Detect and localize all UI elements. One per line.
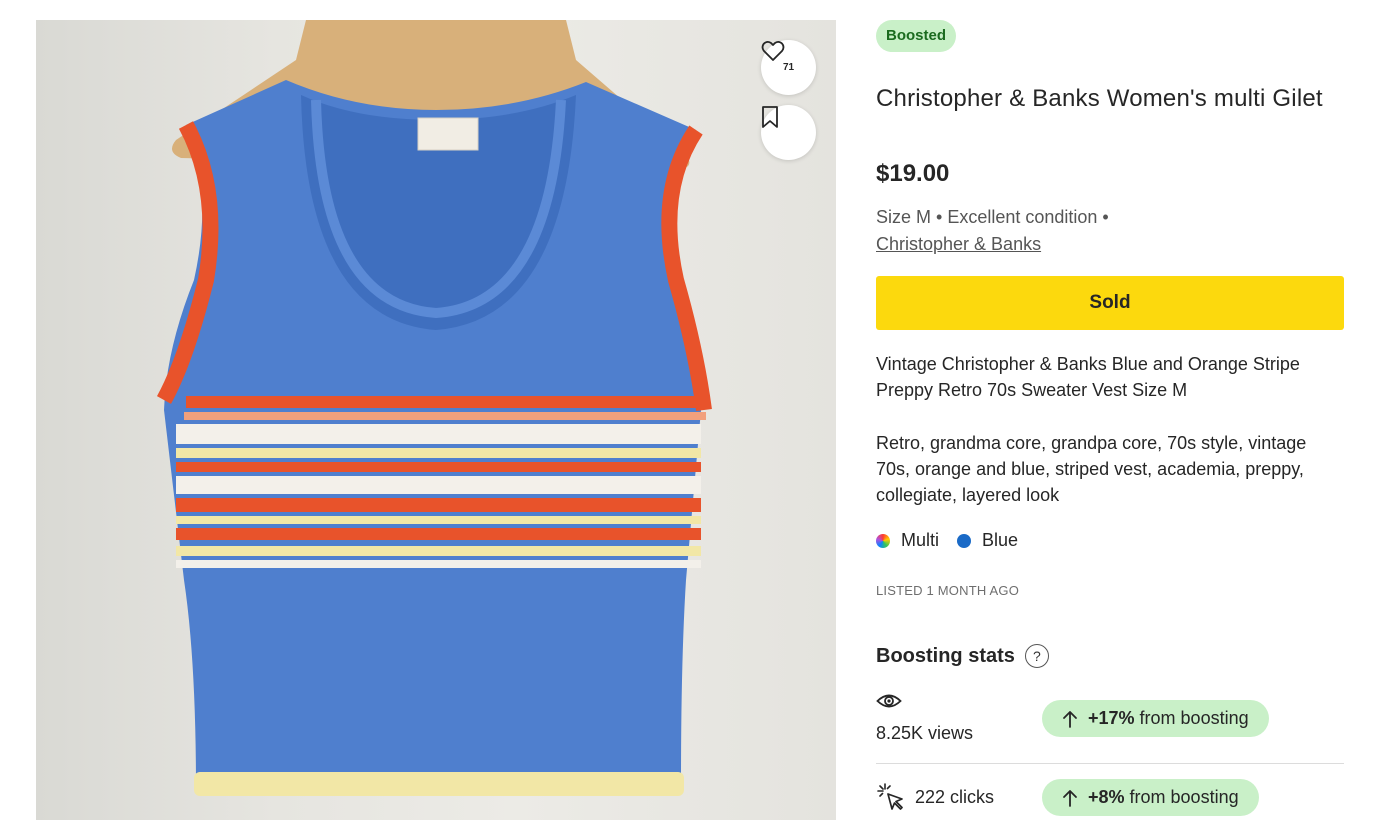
views-change: +17%: [1088, 708, 1135, 728]
boosting-stats-heading: Boosting stats ?: [876, 644, 1049, 668]
size-condition-text: Size M • Excellent condition •: [876, 207, 1109, 227]
listed-date: LISTED 1 MONTH AGO: [876, 583, 1020, 598]
bookmark-icon: [762, 106, 778, 128]
blue-color-swatch-icon: [957, 533, 972, 548]
cursor-click-icon: [877, 783, 903, 810]
clicks-count: 222 clicks: [915, 786, 995, 807]
boosted-badge: Boosted: [876, 20, 956, 52]
clicks-change: +8%: [1088, 787, 1125, 807]
views-boost-pill: +17% from boosting: [1042, 700, 1269, 737]
arrow-up-icon: [1063, 789, 1077, 807]
clicks-boost-pill: +8% from boosting: [1042, 779, 1259, 816]
arrow-up-icon: [1063, 710, 1077, 728]
product-photo[interactable]: 71: [36, 20, 836, 820]
clicks-block: 222 clicks: [876, 782, 994, 812]
garment-label: [417, 117, 479, 151]
listing-details: Boosted Christopher & Banks Women's mult…: [876, 20, 1344, 816]
help-icon[interactable]: ?: [1024, 644, 1049, 668]
heart-icon: [761, 40, 785, 61]
save-button[interactable]: [761, 105, 816, 160]
description-paragraph: Vintage Christopher & Banks Blue and Ora…: [876, 354, 1300, 400]
views-count: 8.25K views: [876, 723, 974, 743]
color-label-multi: Multi: [901, 530, 940, 550]
clicks-stat-row: 222 clicks +8% from boosting: [876, 776, 1344, 820]
brand-link[interactable]: Christopher & Banks: [876, 234, 1041, 254]
vest-hem: [194, 772, 684, 796]
color-label-blue: Blue: [982, 530, 1019, 550]
page-title: Christopher & Banks Women's multi Gilet: [876, 85, 1323, 112]
sold-button[interactable]: Sold: [876, 276, 1344, 330]
description: Vintage Christopher & Banks Blue and Ora…: [876, 351, 1344, 508]
title-wrap: Christopher & Banks Women's multi Gilet: [876, 82, 1344, 116]
like-button[interactable]: 71: [761, 40, 816, 95]
description-paragraph: Retro, grandma core, grandpa core, 70s s…: [876, 433, 1307, 505]
views-block: 8.25K views: [876, 692, 973, 744]
sweater-vest-image: [156, 20, 712, 796]
multi-color-swatch-icon: [876, 533, 890, 548]
views-stat-row: 8.25K views +17% from boosting: [876, 692, 1344, 764]
boosting-stats-title: Boosting stats: [876, 644, 1015, 667]
like-count: 71: [782, 62, 795, 73]
views-change-suffix: from boosting: [1139, 708, 1249, 728]
clicks-change-suffix: from boosting: [1129, 787, 1239, 807]
listing-meta: Size M • Excellent condition • Christoph…: [876, 204, 1176, 258]
color-list: Multi Blue: [876, 530, 1018, 551]
eye-icon: [876, 694, 902, 708]
price: $19.00: [876, 160, 950, 187]
